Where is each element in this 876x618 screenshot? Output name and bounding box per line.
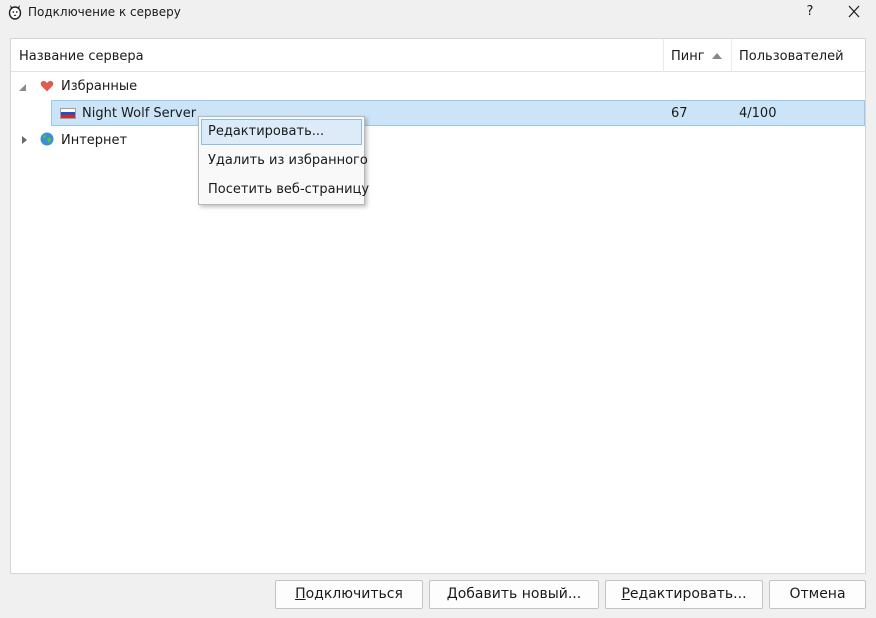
server-name: Night Wolf Server (82, 106, 197, 121)
context-menu: Редактировать... Удалить из избранного П… (198, 116, 369, 205)
expanded-triangle-icon[interactable] (17, 82, 27, 92)
add-mnemonic: Д (446, 586, 458, 602)
close-icon[interactable] (842, 0, 866, 24)
server-list[interactable]: Название сервера Пинг Пользователей Избр… (10, 38, 866, 574)
cancel-button[interactable]: Отмена (769, 580, 866, 609)
server-ping: 67 (671, 106, 688, 121)
connect-button[interactable]: Подключиться (275, 580, 423, 609)
connect-mnemonic: П (295, 586, 306, 602)
collapsed-triangle-icon[interactable] (19, 135, 29, 145)
window-title: Подключение к серверу (28, 5, 181, 19)
heart-icon (40, 80, 54, 92)
column-header-ping[interactable]: Пинг (671, 49, 705, 64)
column-header: Название сервера Пинг Пользователей (11, 39, 865, 72)
sort-ascending-icon (712, 53, 722, 59)
server-row-selected[interactable]: Night Wolf Server 67 4/100 (51, 100, 865, 126)
column-header-users[interactable]: Пользователей (739, 49, 844, 64)
group-label-internet: Интернет (61, 133, 128, 148)
tree-group-favorites[interactable]: Избранные (11, 73, 865, 99)
column-header-name[interactable]: Название сервера (19, 49, 144, 64)
globe-icon (40, 132, 54, 146)
connect-label: одключиться (305, 586, 403, 602)
tree-group-internet[interactable]: Интернет (11, 127, 865, 153)
menu-item-remove-favorite[interactable]: Удалить из избранного (201, 148, 368, 174)
help-button[interactable]: ? (800, 1, 820, 23)
app-logo-icon (8, 5, 22, 20)
add-label: обавить новый... (457, 586, 582, 602)
add-new-button[interactable]: Добавить новый... (429, 580, 599, 609)
group-label-favorites: Избранные (61, 79, 138, 94)
menu-item-edit[interactable]: Редактировать... (201, 119, 362, 145)
server-users: 4/100 (739, 106, 777, 121)
edit-mnemonic: Р (621, 586, 630, 602)
column-divider[interactable] (731, 39, 732, 72)
title-bar: Подключение к серверу ? (0, 0, 876, 26)
column-divider[interactable] (663, 39, 664, 72)
menu-item-visit-website[interactable]: Посетить веб-страницу (201, 177, 369, 203)
russia-flag-icon (60, 108, 76, 119)
edit-label: едактировать... (629, 586, 747, 602)
edit-button[interactable]: Редактировать... (605, 580, 763, 609)
